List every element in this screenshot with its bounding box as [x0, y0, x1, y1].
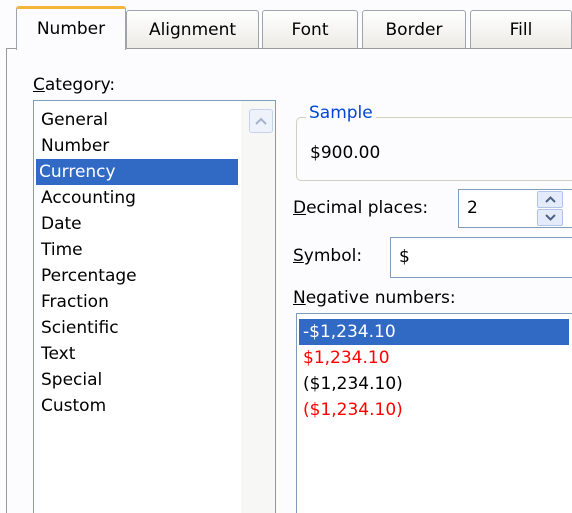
category-item-text[interactable]: Text — [38, 341, 78, 367]
category-item-special[interactable]: Special — [38, 367, 105, 393]
decimal-places-label-text: ecimal places: — [306, 198, 429, 218]
decimal-places-access-key: D — [293, 198, 307, 218]
decimal-increase-button[interactable] — [537, 191, 563, 208]
negative-format-minus[interactable]: -$1,234.10 — [299, 319, 569, 345]
category-label-text: ategory: — [44, 75, 116, 95]
symbol-label: Symbol: — [293, 246, 362, 266]
symbol-label-text: ymbol: — [303, 246, 363, 266]
tab-border[interactable]: Border — [362, 10, 466, 48]
spin-up-icon — [545, 196, 556, 203]
format-cells-dialog: Number Alignment Font Border Fill Catego… — [0, 0, 572, 513]
tab-fill[interactable]: Fill — [470, 10, 572, 48]
tab-panel-border-left — [6, 48, 7, 513]
category-label-access-key: C — [33, 75, 45, 95]
symbol-access-key: S — [293, 246, 304, 266]
tab-number[interactable]: Number — [16, 6, 126, 50]
tab-alignment[interactable]: Alignment — [126, 10, 259, 48]
category-scrollbar[interactable] — [241, 101, 275, 513]
negative-numbers-label: Negative numbers: — [293, 288, 456, 308]
category-item-date[interactable]: Date — [38, 211, 85, 237]
category-item-scientific[interactable]: Scientific — [38, 315, 122, 341]
spin-down-icon — [545, 214, 556, 221]
category-item-accounting[interactable]: Accounting — [38, 185, 139, 211]
category-item-fraction[interactable]: Fraction — [38, 289, 112, 315]
symbol-dropdown[interactable]: $ — [390, 237, 572, 278]
decimal-places-spinner[interactable]: 2 — [458, 189, 572, 228]
category-list[interactable]: General Number Currency Accounting Date … — [33, 100, 276, 513]
category-item-general[interactable]: General — [38, 107, 111, 133]
decimal-places-label: Decimal places: — [293, 198, 428, 218]
sample-group-title: Sample — [306, 103, 376, 123]
negative-format-red-parentheses[interactable]: ($1,234.10) — [299, 397, 569, 423]
negative-numbers-list[interactable]: -$1,234.10 $1,234.10 ($1,234.10) ($1,234… — [296, 313, 572, 513]
category-item-number[interactable]: Number — [38, 133, 112, 159]
category-label: Category: — [33, 75, 115, 95]
scroll-up-button[interactable] — [249, 109, 273, 133]
decimal-places-spin-buttons[interactable] — [537, 191, 563, 226]
negative-format-red[interactable]: $1,234.10 — [299, 345, 569, 371]
tab-font[interactable]: Font — [262, 10, 358, 48]
category-item-custom[interactable]: Custom — [38, 393, 109, 419]
negative-format-parentheses[interactable]: ($1,234.10) — [299, 371, 569, 397]
category-item-currency[interactable]: Currency — [36, 159, 238, 185]
negative-numbers-access-key: N — [293, 288, 306, 308]
sample-value: $900.00 — [310, 143, 381, 163]
decimal-places-input[interactable]: 2 — [467, 198, 478, 218]
decimal-decrease-button[interactable] — [537, 209, 563, 226]
category-item-percentage[interactable]: Percentage — [38, 263, 140, 289]
symbol-selected-value: $ — [399, 247, 410, 267]
category-item-time[interactable]: Time — [38, 237, 86, 263]
negative-numbers-label-text: egative numbers: — [305, 288, 456, 308]
scroll-up-arrow-icon — [255, 117, 267, 125]
